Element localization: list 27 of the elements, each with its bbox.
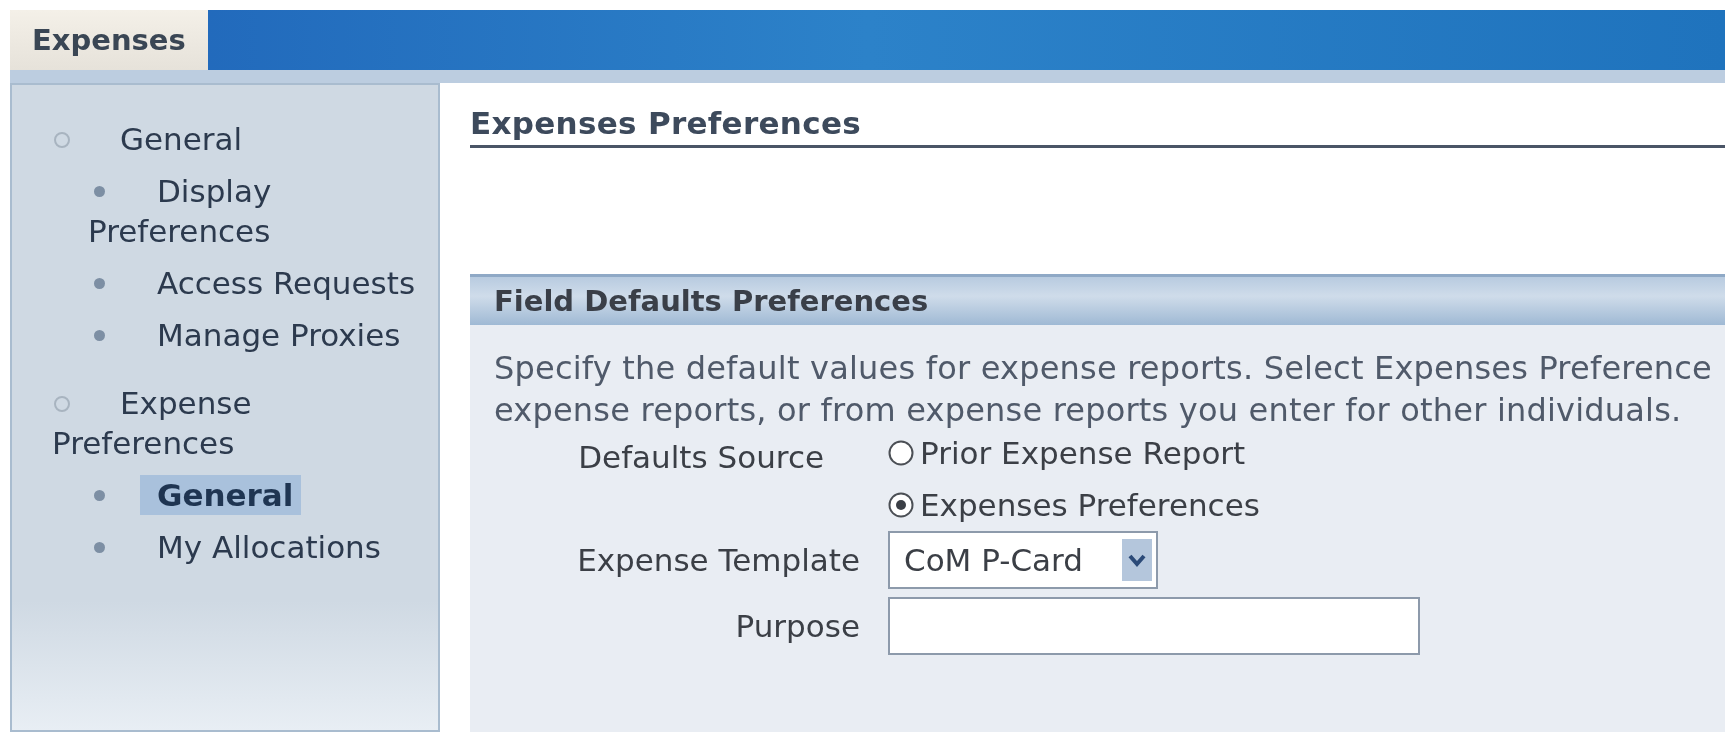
dot-bullet-icon [94,278,105,289]
template-dropdown[interactable]: CoM P-Card [888,531,1158,589]
field-label: Purpose [734,608,860,644]
nav-link[interactable]: Display Preferences [88,171,426,251]
nav-group-link[interactable]: General [52,119,243,159]
dot-bullet-icon [94,186,105,197]
nav-group-link[interactable]: Expense Preferences [52,383,422,463]
nav-link[interactable]: Manage Proxies [88,315,401,355]
dot-bullet-icon [94,490,105,501]
radio-label: Expenses Preferences [920,487,1260,523]
nav-link[interactable]: Access Requests [88,263,416,303]
dot-bullet-icon [94,330,105,341]
circle-bullet-icon [54,396,70,412]
field-label: Expense Template [576,542,860,578]
radio-button[interactable] [888,440,914,466]
dot-bullet-icon [94,542,105,553]
field-label: Defaults Source [577,439,825,475]
expenses-tab[interactable]: Expenses [10,10,208,70]
radio-label: Prior Expense Report [920,435,1246,471]
description-text: expense reports, or from expense reports you enter for other individuals. [494,390,1682,431]
section-header: Field Defaults Preferences [470,274,1725,325]
radio-button[interactable] [888,492,914,518]
purpose-field[interactable] [888,597,1420,655]
description-text: Specify the default values for expense reports. Select Expenses Preference [494,348,1712,389]
nav-link[interactable]: My Allocations [88,527,381,567]
page-title: Expenses Preferences [470,105,1725,148]
circle-bullet-icon [54,132,70,148]
